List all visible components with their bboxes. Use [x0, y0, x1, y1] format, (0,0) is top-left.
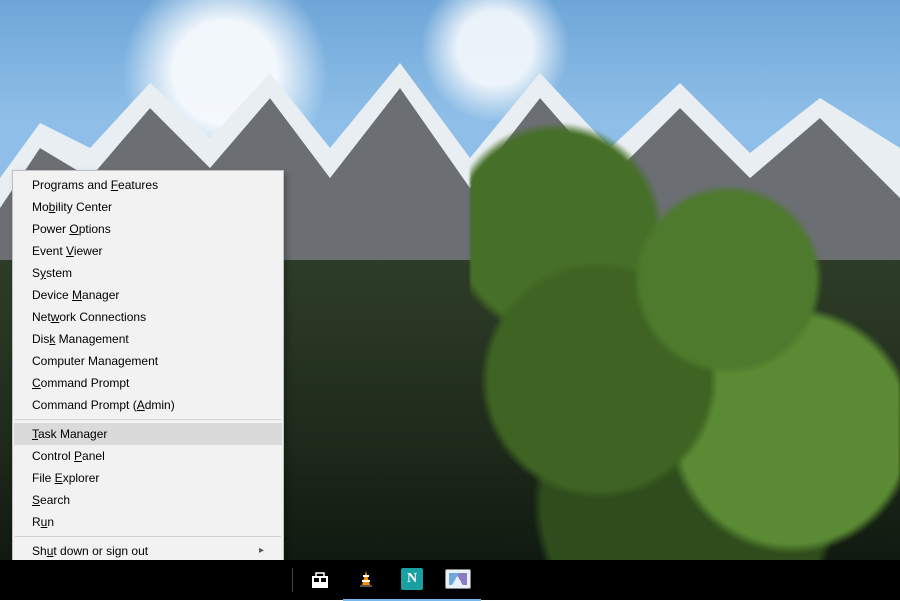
- menu-item-control-panel[interactable]: Control Panel: [14, 445, 282, 467]
- menu-item-computer-management[interactable]: Computer Management: [14, 350, 282, 372]
- menu-item-network-connections[interactable]: Network Connections: [14, 306, 282, 328]
- taskbar-item-store[interactable]: [297, 560, 343, 600]
- menu-item-system[interactable]: System: [14, 262, 282, 284]
- store-icon: [310, 570, 330, 590]
- menu-item-file-explorer[interactable]: File Explorer: [14, 467, 282, 489]
- winx-context-menu: Programs and FeaturesMobility CenterPowe…: [12, 170, 284, 588]
- menu-item-task-manager[interactable]: Task Manager: [14, 423, 282, 445]
- menu-separator: [15, 419, 281, 420]
- menu-item-run[interactable]: Run: [14, 511, 282, 533]
- menu-item-power-options[interactable]: Power Options: [14, 218, 282, 240]
- taskbar-item-napp[interactable]: N: [389, 559, 435, 601]
- menu-item-search[interactable]: Search: [14, 489, 282, 511]
- monitor-icon: [445, 569, 471, 589]
- menu-item-command-prompt-admin[interactable]: Command Prompt (Admin): [14, 394, 282, 416]
- vlc-icon: [356, 569, 376, 589]
- taskbar: N: [0, 560, 900, 600]
- n-icon: N: [401, 568, 423, 590]
- menu-separator: [15, 536, 281, 537]
- taskbar-item-vlc[interactable]: [343, 559, 389, 601]
- menu-item-mobility-center[interactable]: Mobility Center: [14, 196, 282, 218]
- menu-item-shut-down[interactable]: Shut down or sign out: [14, 540, 282, 562]
- wallpaper-foliage: [470, 80, 900, 580]
- taskbar-item-monitor[interactable]: [435, 559, 481, 601]
- menu-item-disk-management[interactable]: Disk Management: [14, 328, 282, 350]
- menu-item-device-manager[interactable]: Device Manager: [14, 284, 282, 306]
- taskbar-separator: [292, 568, 293, 592]
- menu-item-event-viewer[interactable]: Event Viewer: [14, 240, 282, 262]
- menu-item-command-prompt[interactable]: Command Prompt: [14, 372, 282, 394]
- menu-item-programs-features[interactable]: Programs and Features: [14, 174, 282, 196]
